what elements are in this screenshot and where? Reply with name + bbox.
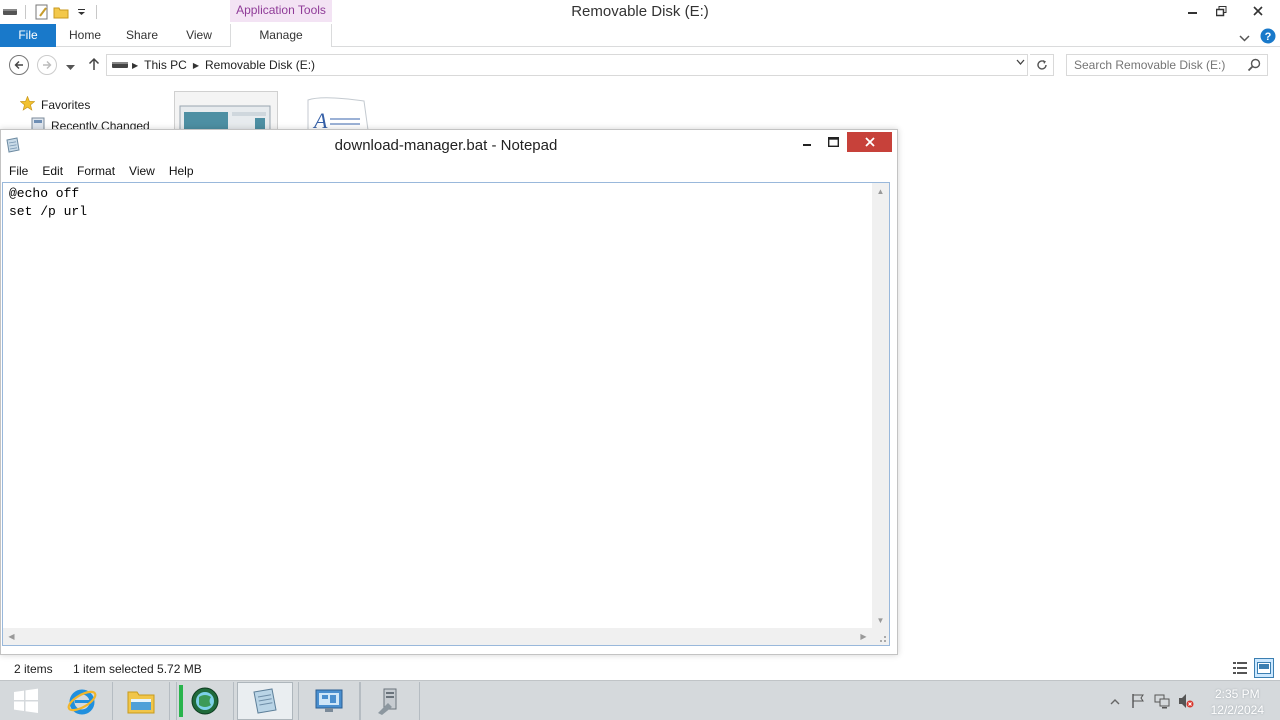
close-button[interactable] xyxy=(1236,0,1280,22)
menu-format[interactable]: Format xyxy=(69,164,121,178)
window-controls xyxy=(1178,0,1280,22)
selection-info: 1 item selected 5.72 MB xyxy=(73,662,202,676)
star-icon xyxy=(19,95,36,114)
notepad-text-area[interactable]: @echo off set /p url ▲ ▼ ◀ ▶ xyxy=(2,182,890,646)
new-folder-icon[interactable] xyxy=(53,4,69,20)
address-field[interactable]: ▶ This PC ▶ Removable Disk (E:) xyxy=(106,54,1028,76)
search-input[interactable] xyxy=(1067,58,1237,72)
item-count: 2 items xyxy=(14,662,53,676)
view-switcher xyxy=(1230,658,1274,678)
search-icon[interactable] xyxy=(1247,58,1261,75)
status-bar: 2 items 1 item selected 5.72 MB xyxy=(0,657,1280,680)
tab-home[interactable]: Home xyxy=(60,24,110,47)
scroll-left-arrow-icon[interactable]: ◀ xyxy=(3,628,20,645)
running-indicator xyxy=(179,685,183,717)
restore-button[interactable] xyxy=(1207,0,1236,22)
vertical-scrollbar[interactable]: ▲ ▼ xyxy=(872,183,889,629)
ribbon-tabs: File Home Share View Manage xyxy=(0,24,1280,47)
address-bar-row: ▶ This PC ▶ Removable Disk (E:) xyxy=(0,52,1280,78)
drive-icon[interactable] xyxy=(2,4,18,20)
breadcrumb-removable-disk[interactable]: Removable Disk (E:) xyxy=(199,58,321,72)
internet-explorer-icon xyxy=(67,689,97,715)
tab-view[interactable]: View xyxy=(174,24,224,47)
qat-separator xyxy=(25,5,26,19)
details-view-icon[interactable] xyxy=(1230,658,1250,678)
windows-logo-icon xyxy=(14,688,38,713)
start-button[interactable] xyxy=(6,685,46,717)
horizontal-scrollbar[interactable]: ◀ ▶ xyxy=(3,628,872,645)
application-tools-group: Application Tools xyxy=(230,0,332,22)
file-thumbnail-application[interactable] xyxy=(174,91,278,133)
server-manager-icon xyxy=(315,689,343,712)
clock-date: 12/2/2024 xyxy=(1210,703,1264,717)
taskbar-network-app[interactable] xyxy=(176,682,234,720)
tab-share[interactable]: Share xyxy=(117,24,167,47)
clock-time: 2:35 PM xyxy=(1214,687,1260,701)
notepad-maximize-button[interactable] xyxy=(822,132,844,152)
forward-button[interactable] xyxy=(37,55,57,75)
search-box[interactable] xyxy=(1066,54,1268,76)
volume-muted-icon[interactable] xyxy=(1178,693,1194,712)
clock[interactable]: 2:35 PM 12/2/2024 xyxy=(1211,686,1264,718)
notepad-close-button[interactable] xyxy=(847,132,892,152)
svg-text:?: ? xyxy=(1265,31,1272,43)
scroll-down-arrow-icon[interactable]: ▼ xyxy=(872,612,889,629)
system-tray: 2:35 PM 12/2/2024 xyxy=(1100,681,1280,720)
qat-separator xyxy=(96,5,97,19)
minimize-button[interactable] xyxy=(1178,0,1207,22)
resize-grip[interactable] xyxy=(872,628,889,645)
taskbar-system-tool[interactable] xyxy=(360,682,420,720)
notepad-window: download-manager.bat - Notepad File Edit… xyxy=(0,129,898,655)
taskbar: 2:35 PM 12/2/2024 xyxy=(0,680,1280,720)
large-icons-view-icon[interactable] xyxy=(1254,658,1274,678)
notepad-minimize-button[interactable] xyxy=(796,132,818,152)
text-line: @echo off xyxy=(9,186,80,201)
menu-file[interactable]: File xyxy=(1,164,34,178)
show-hidden-icons-icon[interactable] xyxy=(1110,695,1120,709)
breadcrumb-this-pc[interactable]: This PC xyxy=(138,58,193,72)
action-center-flag-icon[interactable] xyxy=(1130,693,1146,712)
back-button[interactable] xyxy=(9,55,29,75)
notepad-menubar: File Edit Format View Help xyxy=(1,161,897,181)
taskbar-internet-explorer[interactable] xyxy=(52,682,112,720)
scroll-up-arrow-icon[interactable]: ▲ xyxy=(872,183,889,200)
menu-view[interactable]: View xyxy=(121,164,161,178)
menu-edit[interactable]: Edit xyxy=(34,164,69,178)
refresh-button[interactable] xyxy=(1030,54,1054,76)
text-line: set /p url xyxy=(9,204,88,219)
menu-help[interactable]: Help xyxy=(161,164,200,178)
explorer-titlebar: Application Tools Removable Disk (E:) xyxy=(0,0,1280,24)
ribbon-right-controls: ? xyxy=(1239,28,1276,47)
up-arrow-icon[interactable] xyxy=(88,57,100,74)
globe-icon xyxy=(191,687,219,715)
admin-tools-icon xyxy=(378,688,397,715)
notepad-icon xyxy=(253,688,277,714)
properties-icon[interactable] xyxy=(33,4,49,20)
address-dropdown-icon[interactable] xyxy=(1016,58,1025,68)
quick-access-toolbar xyxy=(0,2,100,22)
customize-qat-icon[interactable] xyxy=(73,4,89,20)
notepad-title: download-manager.bat - Notepad xyxy=(334,137,558,154)
window-title: Removable Disk (E:) xyxy=(571,3,709,20)
file-thumbnail-document-icon[interactable]: A xyxy=(302,96,372,133)
notepad-titlebar: download-manager.bat - Notepad xyxy=(1,130,897,160)
nav-favorites[interactable]: Favorites xyxy=(19,95,91,114)
nav-favorites-label: Favorites xyxy=(41,98,91,112)
expand-ribbon-icon[interactable] xyxy=(1239,31,1250,45)
scroll-right-arrow-icon[interactable]: ▶ xyxy=(855,628,872,645)
taskbar-file-explorer[interactable] xyxy=(112,682,170,720)
svg-text:A: A xyxy=(312,108,328,130)
network-icon[interactable] xyxy=(1154,693,1170,712)
taskbar-server-manager[interactable] xyxy=(298,682,360,720)
drive-icon xyxy=(112,58,128,72)
recent-locations-icon[interactable] xyxy=(66,60,75,74)
help-icon[interactable]: ? xyxy=(1260,28,1276,47)
tab-manage[interactable]: Manage xyxy=(230,24,332,47)
file-explorer-icon xyxy=(127,691,155,714)
taskbar-notepad[interactable] xyxy=(237,682,293,720)
tab-file[interactable]: File xyxy=(0,24,56,47)
notepad-content[interactable]: @echo off set /p url xyxy=(9,185,87,221)
